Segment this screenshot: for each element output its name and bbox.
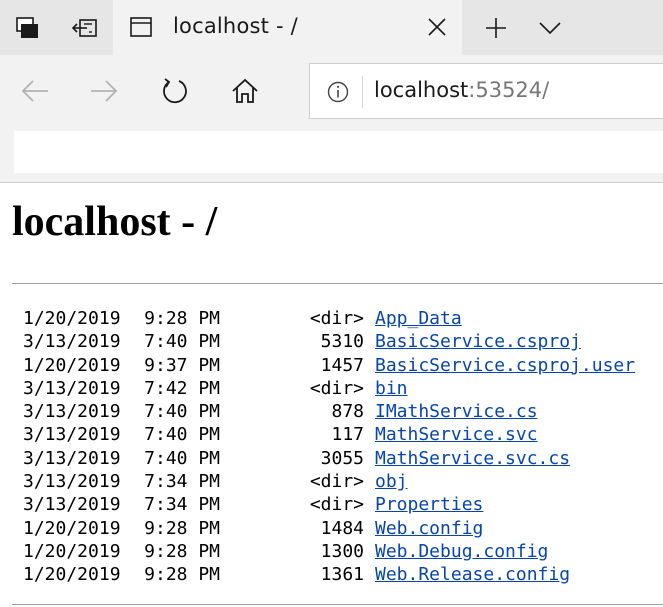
page-heading: localhost - / bbox=[12, 199, 218, 245]
set-aside-tabs-button[interactable] bbox=[57, 0, 113, 55]
entry-link[interactable]: Web.Release.config bbox=[375, 564, 570, 585]
entry-size: <dir> bbox=[309, 494, 364, 516]
entry-date: 3/13/2019 bbox=[23, 447, 121, 469]
favorites-bar bbox=[0, 127, 663, 182]
forward-arrow-icon bbox=[89, 79, 119, 103]
back-arrow-icon bbox=[20, 79, 50, 103]
entry-link[interactable]: Web.Debug.config bbox=[375, 541, 548, 562]
refresh-button[interactable] bbox=[155, 71, 195, 111]
address-divider bbox=[362, 76, 363, 108]
entry-size: 1300 bbox=[320, 540, 364, 562]
entry-size: 1484 bbox=[320, 517, 364, 539]
address-url[interactable]: localhost:53524/ bbox=[374, 78, 549, 102]
address-port-path: :53524/ bbox=[468, 78, 550, 102]
entry-link[interactable]: BasicService.csproj bbox=[375, 331, 581, 352]
entry-size: 878 bbox=[331, 401, 364, 423]
entry-link[interactable]: obj bbox=[375, 471, 408, 492]
listing-row: 3/13/2019 7:34 PM <dir> obj bbox=[23, 470, 635, 493]
entry-time: 9:28 PM bbox=[144, 517, 220, 539]
favorites-bar-area bbox=[14, 131, 663, 173]
entry-link[interactable]: IMathService.cs bbox=[375, 401, 538, 422]
listing-row: 3/13/2019 7:40 PM 117 MathService.svc bbox=[23, 423, 635, 446]
entry-time: 7:34 PM bbox=[144, 494, 220, 516]
entry-date: 3/13/2019 bbox=[23, 494, 121, 516]
tab-list-button[interactable] bbox=[522, 0, 578, 55]
listing-row: 1/20/2019 9:37 PM 1457 BasicService.csproj.… bbox=[23, 354, 635, 377]
entry-date: 3/13/2019 bbox=[23, 377, 121, 399]
entry-date: 3/13/2019 bbox=[23, 401, 121, 423]
entry-size: 1361 bbox=[320, 564, 364, 586]
entry-size: 5310 bbox=[320, 331, 364, 353]
listing-row: 3/13/2019 7:34 PM <dir> Properties bbox=[23, 493, 635, 516]
address-bar[interactable]: localhost:53524/ bbox=[309, 63, 663, 119]
entry-link[interactable]: Web.config bbox=[375, 518, 483, 539]
entry-time: 9:28 PM bbox=[144, 308, 220, 329]
entry-date: 3/13/2019 bbox=[23, 471, 121, 493]
set-aside-tabs-icon bbox=[72, 17, 98, 39]
listing-row: 1/20/2019 9:28 PM 1361 Web.Release.config bbox=[23, 563, 635, 586]
tab-title: localhost - / bbox=[173, 14, 298, 38]
top-rule bbox=[12, 283, 663, 284]
tab-strip: localhost - / bbox=[0, 0, 663, 55]
entry-date: 1/20/2019 bbox=[23, 354, 121, 376]
entry-date: 1/20/2019 bbox=[23, 308, 121, 329]
refresh-icon bbox=[161, 77, 189, 105]
entry-date: 1/20/2019 bbox=[23, 540, 121, 562]
listing-row: 1/20/2019 9:28 PM <dir> App_Data bbox=[23, 307, 635, 330]
directory-listing: 1/20/2019 9:28 PM <dir> App_Data 3/13/2019 7:… bbox=[23, 307, 635, 587]
home-icon bbox=[231, 78, 259, 104]
entry-link[interactable]: bin bbox=[375, 378, 408, 399]
listing-row: 1/20/2019 9:28 PM 1300 Web.Debug.config bbox=[23, 540, 635, 563]
entry-size: <dir> bbox=[309, 471, 364, 493]
entry-time: 7:40 PM bbox=[144, 447, 220, 469]
entry-time: 7:34 PM bbox=[144, 471, 220, 493]
entry-link[interactable]: Properties bbox=[375, 494, 483, 515]
entry-link[interactable]: App_Data bbox=[375, 308, 462, 329]
listing-row: 3/13/2019 7:40 PM 878 IMathService.cs bbox=[23, 400, 635, 423]
entry-size: 3055 bbox=[320, 447, 364, 469]
entry-size: <dir> bbox=[309, 377, 364, 399]
browser-content-divider bbox=[0, 182, 663, 183]
listing-row: 3/13/2019 7:40 PM 3055 MathService.svc.cs bbox=[23, 447, 635, 470]
close-tab-button[interactable] bbox=[426, 16, 448, 38]
entry-link[interactable]: MathService.svc bbox=[375, 424, 538, 445]
forward-button[interactable] bbox=[84, 71, 124, 111]
entry-date: 1/20/2019 bbox=[23, 564, 121, 586]
close-icon bbox=[426, 16, 448, 38]
navigation-bar: localhost:53524/ bbox=[0, 55, 663, 127]
page-favicon-icon bbox=[130, 17, 152, 37]
tab-actions-icon bbox=[15, 16, 41, 40]
entry-time: 9:28 PM bbox=[144, 540, 220, 562]
entry-time: 7:40 PM bbox=[144, 401, 220, 423]
entry-size: 1457 bbox=[320, 354, 364, 376]
tab-actions-button[interactable] bbox=[0, 0, 56, 55]
entry-date: 1/20/2019 bbox=[23, 517, 121, 539]
entry-time: 7:40 PM bbox=[144, 331, 220, 353]
entry-size: 117 bbox=[331, 424, 364, 446]
home-button[interactable] bbox=[225, 71, 265, 111]
entry-date: 3/13/2019 bbox=[23, 331, 121, 353]
active-tab[interactable]: localhost - / bbox=[113, 0, 462, 55]
entry-link[interactable]: BasicService.csproj.user bbox=[375, 355, 635, 376]
entry-time: 7:40 PM bbox=[144, 424, 220, 446]
info-icon bbox=[326, 80, 350, 104]
back-button[interactable] bbox=[15, 71, 55, 111]
plus-icon bbox=[484, 16, 508, 40]
entry-time: 9:37 PM bbox=[144, 354, 220, 376]
listing-row: 3/13/2019 7:42 PM <dir> bin bbox=[23, 377, 635, 400]
chevron-down-icon bbox=[538, 21, 562, 35]
listing-row: 3/13/2019 7:40 PM 5310 BasicService.csproj bbox=[23, 330, 635, 353]
entry-date: 3/13/2019 bbox=[23, 424, 121, 446]
entry-time: 9:28 PM bbox=[144, 564, 220, 586]
entry-time: 7:42 PM bbox=[144, 377, 220, 399]
address-host: localhost bbox=[374, 78, 469, 102]
new-tab-button[interactable] bbox=[468, 0, 524, 55]
entry-size: <dir> bbox=[309, 308, 364, 329]
entry-link[interactable]: MathService.svc.cs bbox=[375, 448, 570, 469]
site-info-button[interactable] bbox=[326, 80, 350, 104]
listing-row: 1/20/2019 9:28 PM 1484 Web.config bbox=[23, 517, 635, 540]
bottom-rule bbox=[12, 604, 663, 605]
